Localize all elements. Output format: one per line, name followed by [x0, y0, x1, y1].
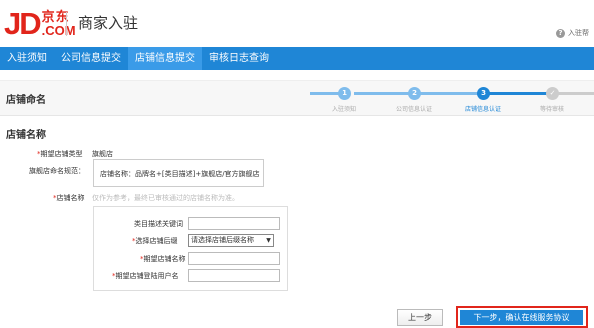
- step-dot: 3: [477, 87, 490, 100]
- header: JD 京东 .COM 商家入驻 ? 入驻帮: [0, 0, 594, 46]
- category-keyword-label: 类目描述关键词: [134, 220, 183, 228]
- step-line: [354, 92, 411, 95]
- next-button[interactable]: 下一步，确认在线服务协议: [460, 310, 583, 325]
- help-label: 入驻帮: [568, 29, 589, 37]
- help-link[interactable]: ? 入驻帮: [556, 28, 589, 38]
- step-line: [553, 92, 594, 95]
- logo-com-text: .COM: [41, 23, 76, 38]
- prev-button[interactable]: 上一步: [397, 309, 443, 326]
- step-line: [415, 92, 480, 95]
- step-label: 公司信息认证: [395, 106, 433, 113]
- expected-name-input[interactable]: [188, 252, 280, 265]
- shop-name-label: *店铺名称: [53, 194, 85, 202]
- suffix-select[interactable]: 请选择店铺后缀名称: [188, 234, 274, 247]
- step-dot: ✓: [546, 87, 559, 100]
- jd-logo[interactable]: JD 京东 .COM: [4, 7, 76, 41]
- page-title: 商家入驻: [78, 14, 139, 32]
- shop-name-tip: 仅作为参考，最终已审核通过的店铺名称为准。: [92, 194, 239, 202]
- step-label: 店铺信息认证: [464, 106, 502, 113]
- section-bar: 店铺命名 1 2 3 ✓ 入驻须知 公司信息认证 店铺信息认证 等待审核: [0, 80, 594, 116]
- step-line: [484, 92, 549, 95]
- expected-domain-input[interactable]: [188, 269, 280, 282]
- main-nav: 入驻须知 公司信息提交 店铺信息提交 审核日志查询: [0, 47, 594, 70]
- nav-item-shop-info[interactable]: 店铺信息提交: [128, 47, 202, 70]
- naming-example: 店铺名称：品牌名+[类目描述]+旗舰店/官方旗舰店: [93, 159, 264, 187]
- step-dot: 2: [408, 87, 421, 100]
- shop-type-value: 旗舰店: [92, 150, 113, 158]
- expected-name-label: *期望店铺名称: [140, 255, 186, 263]
- suffix-label: *选择店铺后缀: [132, 237, 178, 245]
- question-icon: ?: [556, 28, 565, 38]
- step-dot: 1: [338, 87, 351, 100]
- naming-rule-label: 旗舰店命名规范：: [29, 167, 85, 175]
- nav-item-company-info[interactable]: 公司信息提交: [54, 47, 128, 70]
- nav-item-audit-log[interactable]: 审核日志查询: [202, 47, 276, 70]
- expected-domain-label: *期望店铺登陆用户名: [112, 272, 179, 280]
- step-label: 入驻须知: [331, 106, 357, 113]
- form-heading: 店铺名称: [6, 130, 46, 141]
- category-keyword-input[interactable]: [188, 217, 280, 230]
- nav-item-notice[interactable]: 入驻须知: [0, 47, 54, 70]
- section-title: 店铺命名: [6, 95, 46, 106]
- chevron-down-icon[interactable]: ▼: [264, 234, 274, 247]
- shop-type-label: *期望店铺类型: [37, 150, 83, 158]
- progress-stepper: 1 2 3 ✓ 入驻须知 公司信息认证 店铺信息认证 等待审核: [310, 81, 594, 117]
- header-divider: [66, 12, 67, 36]
- logo-jd-text: JD: [4, 6, 42, 41]
- step-label: 等待审核: [539, 106, 565, 113]
